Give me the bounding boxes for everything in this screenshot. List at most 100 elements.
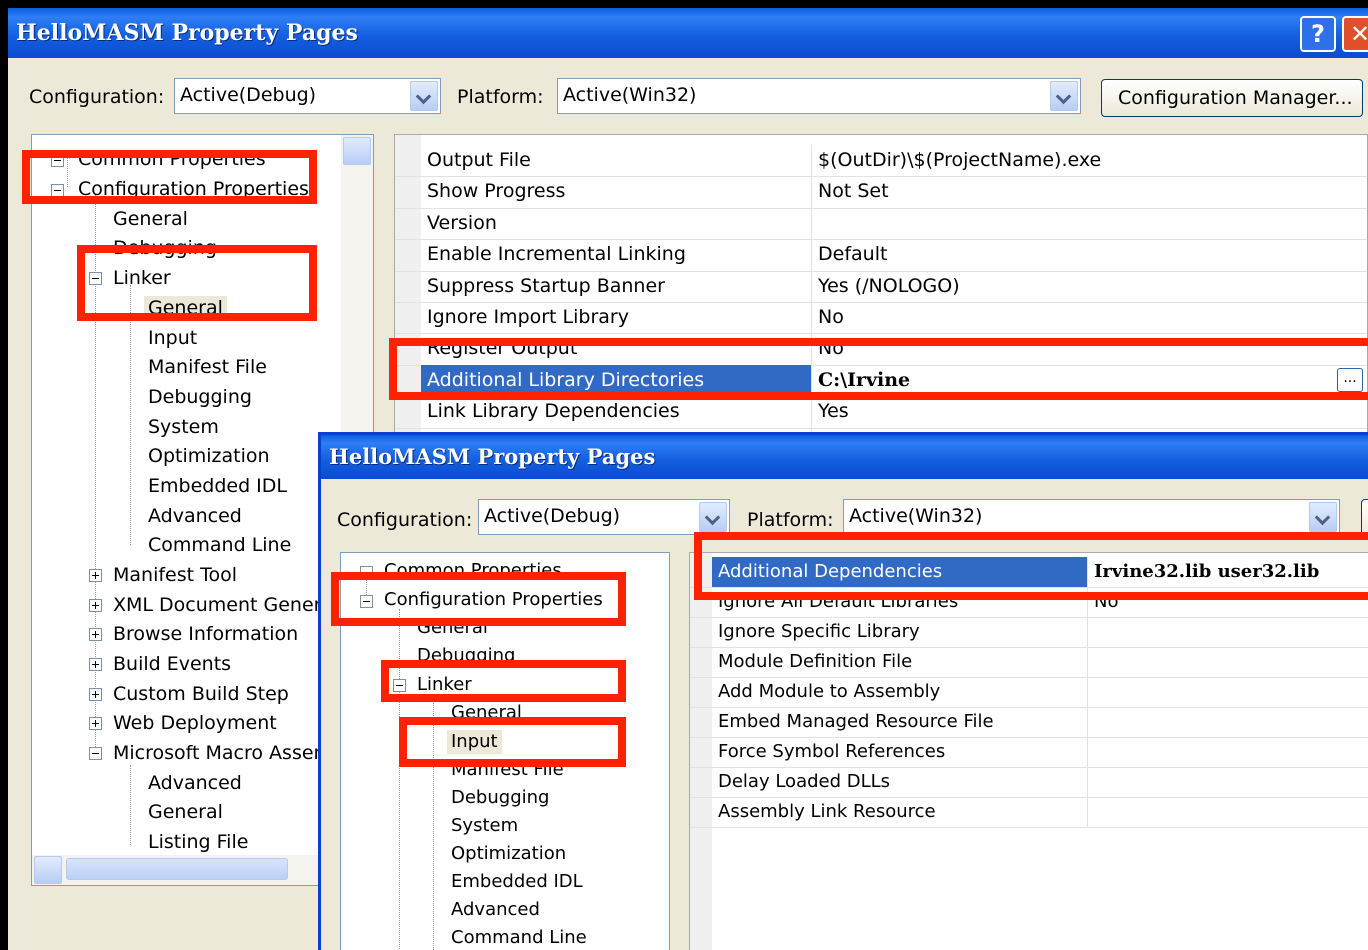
property-value[interactable]: Irvine32.lib user32.lib: [1087, 557, 1368, 587]
property-row[interactable]: Additional Library Directories C:\Irvine.…: [395, 364, 1367, 398]
tree-linker-advanced[interactable]: Advanced: [148, 504, 242, 528]
tree-linker-advanced[interactable]: Advanced: [451, 898, 540, 922]
tree-linker[interactable]: Linker: [417, 673, 472, 697]
property-row[interactable]: Register Output No: [395, 333, 1367, 366]
configuration-dropdown[interactable]: Active(Debug): [478, 499, 730, 535]
tree-xml-document-generator[interactable]: XML Document Generat: [113, 593, 341, 617]
property-value[interactable]: Not Set: [811, 176, 1367, 208]
category-tree[interactable]: Common Properties Configuration Properti…: [340, 552, 670, 950]
tree-linker[interactable]: Linker: [113, 266, 171, 290]
tree-linker-manifest-file[interactable]: Manifest File: [148, 355, 267, 379]
property-value[interactable]: [1087, 707, 1368, 737]
collapse-icon[interactable]: [393, 679, 406, 692]
tree-web-deployment[interactable]: Web Deployment: [113, 711, 277, 735]
property-value[interactable]: C:\Irvine: [811, 364, 1367, 397]
chevron-down-icon[interactable]: [699, 502, 727, 532]
property-value[interactable]: [1087, 647, 1368, 677]
property-value[interactable]: No: [811, 302, 1367, 334]
tree-linker-optimization[interactable]: Optimization: [451, 842, 566, 866]
property-row[interactable]: Ignore Import Library No: [395, 302, 1367, 335]
expand-icon[interactable]: [89, 628, 102, 641]
configuration-manager-button[interactable]: Configuration Manager...: [1101, 79, 1363, 117]
property-value[interactable]: No: [811, 333, 1367, 365]
tree-common-properties[interactable]: Common Properties: [384, 559, 562, 583]
property-row[interactable]: Show Progress Not Set: [395, 176, 1367, 209]
tree-general[interactable]: General: [417, 616, 488, 640]
tree-configuration-properties[interactable]: Configuration Properties: [78, 177, 309, 201]
tree-common-properties[interactable]: Common Properties: [78, 147, 266, 171]
configuration-manager-button[interactable]: [1361, 499, 1368, 537]
property-value[interactable]: [811, 207, 1367, 240]
property-row[interactable]: Suppress Startup Banner Yes (/NOLOGO): [395, 270, 1367, 303]
tree-build-events[interactable]: Build Events: [113, 652, 231, 676]
tree-manifest-tool[interactable]: Manifest Tool: [113, 563, 237, 587]
expand-icon[interactable]: [89, 569, 102, 582]
property-row[interactable]: Version: [395, 207, 1367, 241]
property-grid[interactable]: Output File $(OutDir)\$(ProjectName).exe S…: [394, 134, 1368, 444]
tree-linker-optimization[interactable]: Optimization: [148, 444, 270, 468]
expand-icon[interactable]: [89, 688, 102, 701]
property-value[interactable]: $(OutDir)\$(ProjectName).exe: [811, 145, 1367, 177]
tree-browse-information[interactable]: Browse Information: [113, 622, 298, 646]
tree-linker-input[interactable]: Input: [148, 326, 197, 350]
expand-icon[interactable]: [89, 599, 102, 612]
tree-linker-command-line[interactable]: Command Line: [451, 926, 587, 950]
tree-linker-debugging[interactable]: Debugging: [148, 385, 252, 409]
property-grid[interactable]: Additional Dependencies Irvine32.lib user…: [689, 552, 1368, 950]
property-row[interactable]: Module Definition File: [690, 647, 1368, 678]
configuration-dropdown[interactable]: Active(Debug): [174, 78, 441, 114]
tree-linker-command-line[interactable]: Command Line: [148, 533, 291, 557]
close-button[interactable]: ✕: [1342, 16, 1368, 52]
property-row[interactable]: Assembly Link Resource: [690, 797, 1368, 828]
property-value[interactable]: Yes: [811, 396, 1367, 428]
tree-linker-manifest-file[interactable]: Manifest File: [451, 758, 564, 782]
property-value[interactable]: [1087, 767, 1368, 797]
property-value[interactable]: [1087, 797, 1368, 827]
chevron-down-icon[interactable]: [1309, 502, 1337, 532]
property-value[interactable]: Default: [811, 239, 1367, 271]
scroll-left-icon[interactable]: [34, 856, 62, 884]
tree-masm-general[interactable]: General: [148, 800, 223, 824]
platform-dropdown[interactable]: Active(Win32): [843, 499, 1340, 535]
tree-linker-general[interactable]: General: [144, 296, 227, 320]
property-row[interactable]: Enable Incremental Linking Default: [395, 239, 1367, 272]
tree-custom-build-step[interactable]: Custom Build Step: [113, 682, 289, 706]
property-value[interactable]: [1087, 617, 1368, 647]
tree-masm-listing-file[interactable]: Listing File: [148, 830, 248, 854]
collapse-icon[interactable]: [51, 154, 64, 167]
property-row[interactable]: Add Module to Assembly: [690, 677, 1368, 708]
tree-linker-embedded-idl[interactable]: Embedded IDL: [451, 870, 583, 894]
chevron-down-icon[interactable]: [1050, 81, 1078, 111]
tree-debugging[interactable]: Debugging: [417, 644, 515, 668]
tree-horizontal-scrollbar[interactable]: [32, 855, 341, 885]
tree-debugging[interactable]: Debugging: [113, 236, 217, 260]
collapse-icon[interactable]: [360, 566, 373, 579]
property-row[interactable]: Output File $(OutDir)\$(ProjectName).exe: [395, 145, 1367, 178]
property-row[interactable]: Embed Managed Resource File: [690, 707, 1368, 738]
tree-linker-debugging[interactable]: Debugging: [451, 786, 549, 810]
tree-linker-embedded-idl[interactable]: Embedded IDL: [148, 474, 287, 498]
help-button[interactable]: ?: [1300, 16, 1336, 52]
tree-masm-advanced[interactable]: Advanced: [148, 771, 242, 795]
property-value[interactable]: Yes (/NOLOGO): [811, 270, 1367, 302]
collapse-icon[interactable]: [89, 272, 102, 285]
collapse-icon[interactable]: [89, 747, 102, 760]
scroll-up-icon[interactable]: [343, 137, 371, 165]
tree-linker-system[interactable]: System: [148, 415, 219, 439]
property-row[interactable]: Link Library Dependencies Yes: [395, 396, 1367, 429]
tree-linker-input[interactable]: Input: [447, 730, 502, 754]
tree-general[interactable]: General: [113, 207, 188, 231]
property-value[interactable]: [1087, 737, 1368, 767]
scroll-thumb[interactable]: [66, 858, 288, 880]
expand-icon[interactable]: [89, 658, 102, 671]
expand-icon[interactable]: [89, 717, 102, 730]
property-row[interactable]: Ignore All Default Libraries No: [690, 587, 1368, 618]
property-row[interactable]: Force Symbol References: [690, 737, 1368, 768]
property-value[interactable]: [1087, 677, 1368, 707]
platform-dropdown[interactable]: Active(Win32): [557, 78, 1081, 114]
tree-linker-system[interactable]: System: [451, 814, 518, 838]
property-row[interactable]: Delay Loaded DLLs: [690, 767, 1368, 798]
property-value[interactable]: No: [1087, 587, 1368, 617]
collapse-icon[interactable]: [360, 595, 373, 608]
collapse-icon[interactable]: [51, 184, 64, 197]
